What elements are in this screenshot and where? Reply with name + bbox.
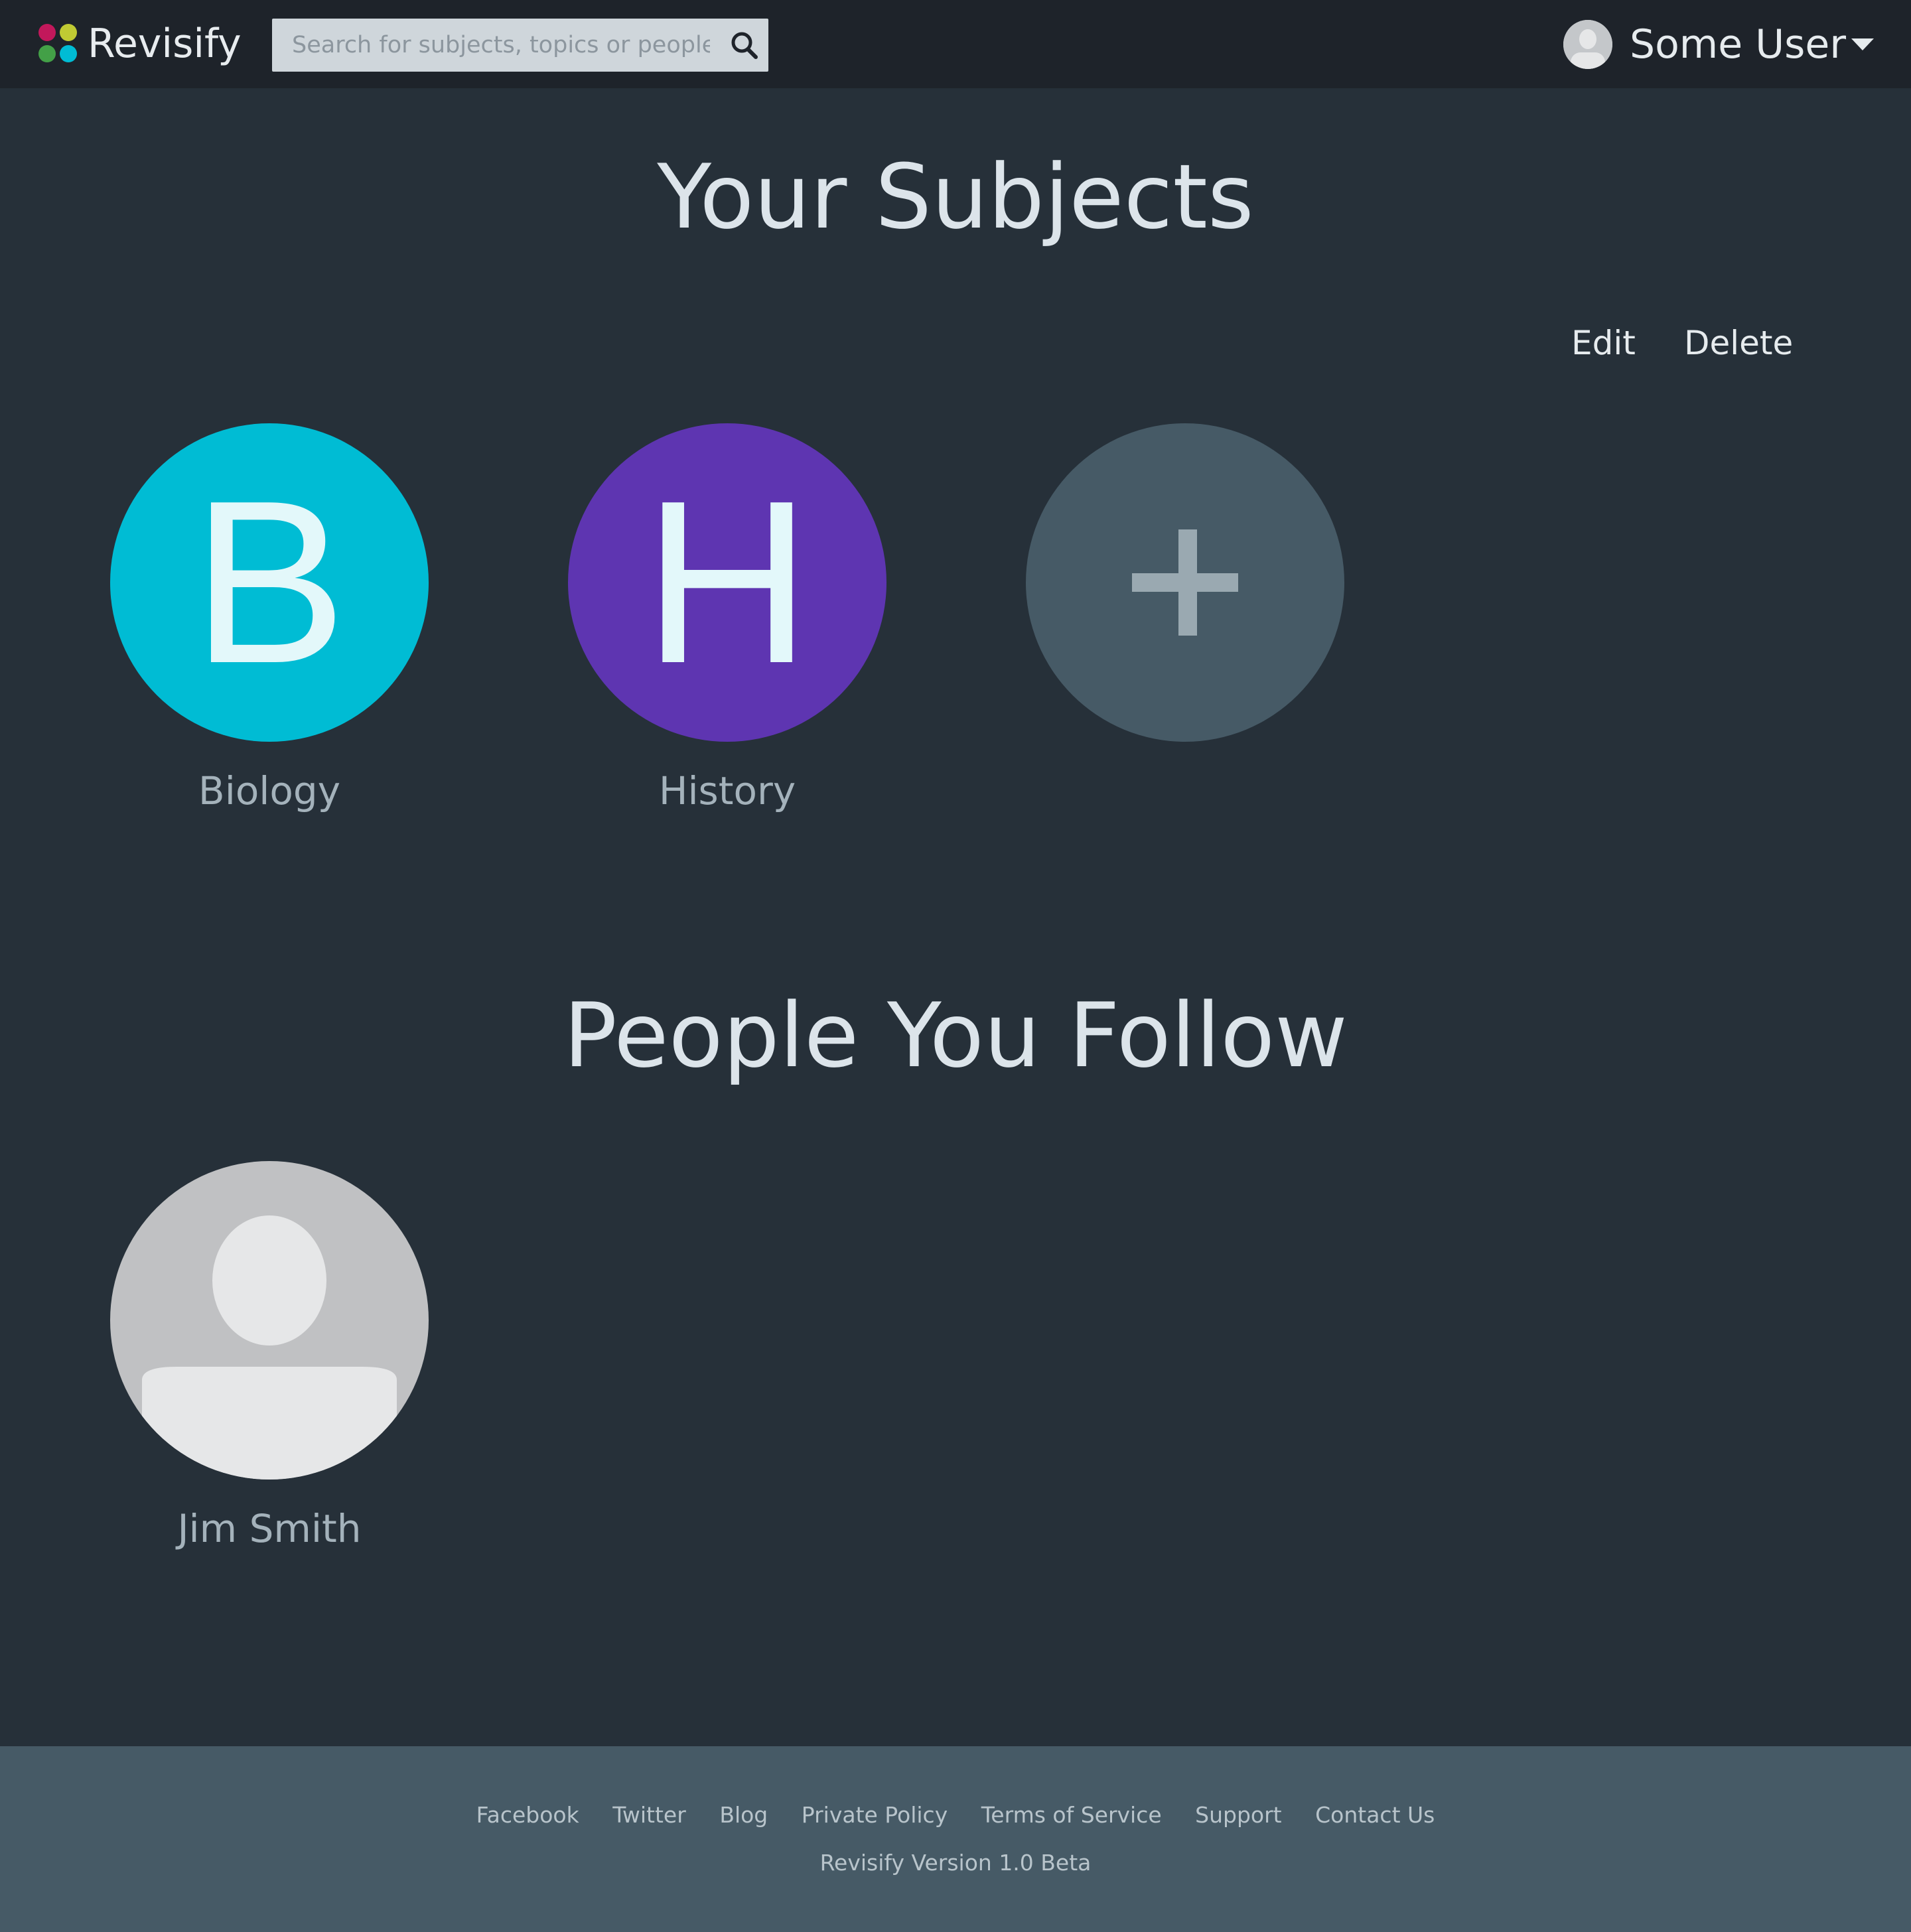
delete-button[interactable]: Delete <box>1684 320 1793 366</box>
brand-name[interactable]: Revisify <box>88 19 242 69</box>
page-root: Revisify Some User Your Subjects <box>0 0 1911 1932</box>
subjects-title: Your Subjects <box>657 145 1254 249</box>
subject-name: Biology <box>198 768 341 813</box>
add-subject-circle <box>1026 423 1344 742</box>
footer-link-support[interactable]: Support <box>1195 1795 1281 1835</box>
chevron-down-icon <box>1851 38 1874 50</box>
plus-icon <box>1132 529 1238 636</box>
version-text: Revisify Version 1.0 Beta <box>819 1850 1092 1876</box>
subject-letter: B <box>192 452 347 712</box>
edit-button[interactable]: Edit <box>1571 320 1636 366</box>
footer-link-terms[interactable]: Terms of Service <box>981 1795 1162 1835</box>
logo-dot <box>38 24 56 41</box>
footer-link-contact[interactable]: Contact Us <box>1315 1795 1435 1835</box>
logo-dot <box>60 45 77 62</box>
logo-dot <box>60 24 77 41</box>
person-tile[interactable]: Jim Smith <box>110 1161 429 1572</box>
search-icon[interactable] <box>730 31 759 60</box>
footer-link-blog[interactable]: Blog <box>719 1795 768 1835</box>
top-navbar: Revisify Some User <box>0 0 1911 88</box>
footer-link-twitter[interactable]: Twitter <box>612 1795 686 1835</box>
search-bar <box>272 19 768 72</box>
footer-links: Facebook Twitter Blog Private Policy Ter… <box>0 1795 1911 1835</box>
person-name: Jim Smith <box>177 1506 362 1551</box>
footer: Facebook Twitter Blog Private Policy Ter… <box>0 1746 1911 1932</box>
user-menu[interactable]: Some User <box>1563 19 1874 70</box>
subject-name: History <box>658 768 796 813</box>
user-avatar-icon <box>1563 20 1612 69</box>
brand-logo-icon[interactable] <box>38 24 78 62</box>
footer-link-facebook[interactable]: Facebook <box>476 1795 579 1835</box>
subject-tile-biology[interactable]: B Biology <box>110 423 429 835</box>
add-subject-button[interactable] <box>1026 423 1344 835</box>
search-input[interactable] <box>272 19 710 72</box>
person-avatar-icon <box>110 1161 429 1480</box>
subject-tile-history[interactable]: H History <box>568 423 886 835</box>
subject-icon-circle: B <box>110 423 429 742</box>
footer-link-privacy[interactable]: Private Policy <box>802 1795 948 1835</box>
subject-icon-circle: H <box>568 423 886 742</box>
subject-letter: H <box>643 452 812 712</box>
people-title: People You Follow <box>563 984 1348 1087</box>
user-name: Some User <box>1630 21 1846 68</box>
logo-dot <box>38 45 56 62</box>
